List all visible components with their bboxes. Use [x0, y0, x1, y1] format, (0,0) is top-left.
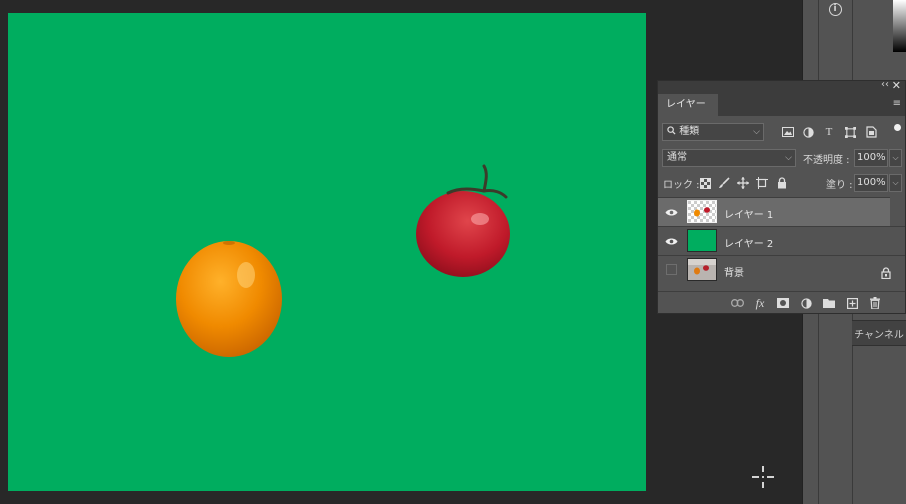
panel-tab-row: レイヤー ≡: [658, 92, 905, 116]
fill-label: 塗り :: [826, 180, 853, 191]
opacity-input[interactable]: 100%: [854, 149, 888, 167]
visibility-eye-icon[interactable]: [664, 206, 678, 218]
lock-all-icon[interactable]: [775, 176, 789, 190]
new-layer-icon[interactable]: [845, 296, 859, 310]
fill-input[interactable]: 100%: [854, 174, 888, 192]
shape-filter-icon[interactable]: [843, 125, 857, 139]
search-icon: [667, 126, 676, 135]
layer-thumbnail: [687, 229, 717, 252]
fill-dropdown-button[interactable]: ⌵: [889, 174, 902, 192]
panel-titlebar[interactable]: ‹‹ ✕: [658, 79, 905, 92]
layer-thumbnail: [687, 200, 717, 223]
visibility-eye-icon[interactable]: [664, 235, 678, 247]
lock-image-icon[interactable]: [717, 176, 731, 190]
opacity-label: 不透明度 :: [803, 155, 850, 166]
opacity-dropdown-button[interactable]: ⌵: [889, 149, 902, 167]
filter-kind-value: 種類: [679, 126, 700, 137]
lock-position-icon[interactable]: [736, 176, 750, 190]
panel-bottom-toolbar: fx: [658, 291, 905, 313]
filter-row: 種類 ⌵ T: [658, 122, 905, 144]
blend-mode-select[interactable]: 通常 ⌵: [662, 149, 796, 167]
collapse-icon[interactable]: ‹‹: [881, 79, 889, 90]
orange-tomato: [176, 241, 282, 357]
layer-row-background[interactable]: 背景: [658, 255, 905, 284]
new-group-icon[interactable]: [822, 296, 836, 310]
link-layers-icon[interactable]: [730, 296, 744, 310]
trash-icon[interactable]: [868, 296, 882, 310]
lock-label: ロック :: [663, 180, 700, 191]
smart-object-filter-icon[interactable]: [864, 125, 878, 139]
crosshair-cursor-icon: [750, 466, 776, 488]
lock-transparent-icon[interactable]: [698, 176, 712, 190]
panel-menu-icon[interactable]: ≡: [893, 98, 901, 109]
visibility-toggle-off[interactable]: [666, 264, 677, 275]
info-icon: i: [828, 2, 842, 16]
adjustment-filter-icon[interactable]: [801, 125, 815, 139]
chevron-down-icon: ⌵: [785, 153, 792, 163]
document-canvas[interactable]: [8, 13, 646, 491]
layers-panel: ‹‹ ✕ レイヤー ≡ 種類 ⌵ T 通常 ⌵ 不透明度 : 100% ⌵ ロッ…: [657, 79, 906, 314]
layer-name: レイヤー 2: [724, 239, 774, 250]
green-background-fill: [8, 13, 646, 491]
adjustment-layer-icon[interactable]: [799, 296, 813, 310]
image-filter-icon[interactable]: [781, 125, 795, 139]
filter-toggle[interactable]: [894, 124, 901, 131]
info-panel-button[interactable]: i: [821, 0, 849, 18]
layer-row-layer-1[interactable]: レイヤー 1: [658, 197, 890, 226]
chevron-down-icon: ⌵: [753, 127, 760, 137]
add-mask-icon[interactable]: [776, 296, 790, 310]
canvas-image: [8, 13, 646, 491]
fx-icon[interactable]: fx: [753, 296, 767, 310]
layer-list: レイヤー 1 レイヤー 2 背景: [658, 197, 905, 284]
filter-kind-select[interactable]: 種類 ⌵: [662, 123, 764, 141]
layer-name: 背景: [724, 268, 744, 279]
lock-row: ロック : 塗り : 100% ⌵: [658, 172, 905, 194]
tab-layers[interactable]: レイヤー: [658, 94, 718, 116]
type-filter-icon[interactable]: T: [822, 125, 836, 139]
color-gradient-swatch[interactable]: [893, 0, 906, 52]
blend-mode-value: 通常: [667, 152, 687, 163]
lock-icon[interactable]: [881, 264, 893, 280]
layer-thumbnail: [687, 258, 717, 281]
close-icon[interactable]: ✕: [892, 79, 901, 92]
tab-channels[interactable]: チャンネル: [852, 320, 906, 346]
blend-row: 通常 ⌵ 不透明度 : 100% ⌵: [658, 148, 905, 168]
layer-name: レイヤー 1: [724, 210, 774, 221]
layer-row-layer-2[interactable]: レイヤー 2: [658, 226, 905, 255]
lock-artboard-icon[interactable]: [755, 176, 769, 190]
